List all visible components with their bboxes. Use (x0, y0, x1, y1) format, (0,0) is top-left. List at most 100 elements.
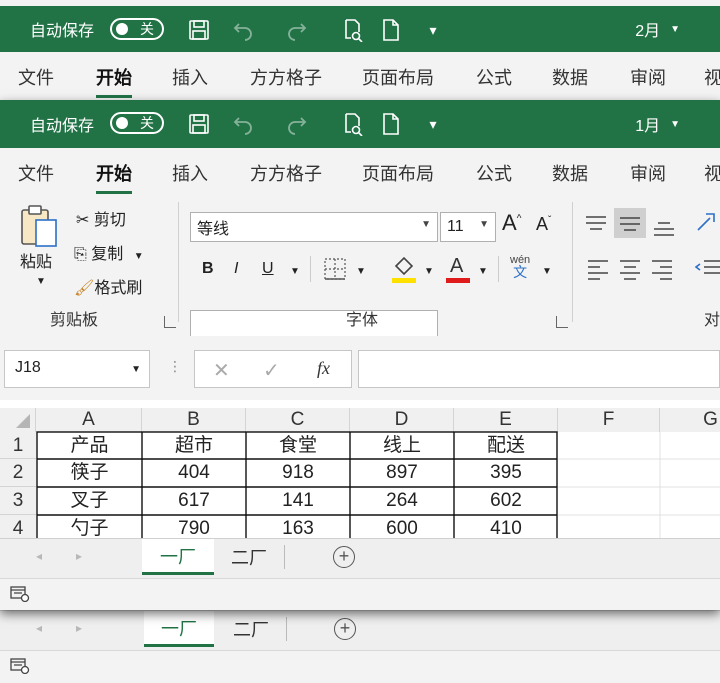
tab-data[interactable]: 数据 (552, 64, 588, 90)
tab-review[interactable]: 审阅 (630, 160, 666, 186)
underline-button[interactable]: U (262, 260, 274, 278)
tab-data[interactable]: 数据 (552, 160, 588, 186)
autosave-toggle[interactable]: 关 (110, 18, 164, 40)
cell-a2[interactable]: 筷子 (37, 459, 142, 487)
borders-dropdown-icon[interactable]: ▼ (356, 266, 366, 277)
undo-icon[interactable] (230, 17, 256, 43)
bold-button[interactable]: B (202, 260, 214, 278)
new-file-icon[interactable] (378, 111, 404, 137)
cell-d1[interactable]: 线上 (350, 432, 454, 459)
tab-home[interactable]: 开始 (96, 64, 132, 98)
cell-a3[interactable]: 叉子 (37, 487, 142, 515)
save-icon[interactable] (186, 111, 212, 137)
shrink-font-button[interactable]: Aˇ (536, 214, 551, 235)
cancel-icon[interactable]: ✕ (213, 358, 230, 383)
tab-insert[interactable]: 插入 (172, 160, 208, 186)
cell-d4[interactable]: 600 (350, 515, 454, 540)
clipboard-launcher-icon[interactable] (164, 316, 176, 328)
cell-b1[interactable]: 超市 (142, 432, 246, 459)
customize-toolbar-icon[interactable]: ▾ (420, 17, 446, 43)
copy-button[interactable]: ⎘ 复制 ▼ (74, 240, 144, 264)
tab-view[interactable]: 视 (704, 160, 720, 186)
font-size-combo[interactable]: 11 ▼ (440, 212, 496, 242)
macro-record-icon[interactable] (10, 586, 30, 602)
formula-input[interactable] (358, 350, 720, 388)
align-left-button[interactable] (586, 258, 610, 285)
name-box[interactable]: J18 ▼ (4, 350, 150, 388)
tab-home[interactable]: 开始 (96, 160, 132, 194)
font-launcher-icon[interactable] (556, 316, 568, 328)
insert-function-icon[interactable]: fx (317, 358, 330, 379)
paste-button[interactable]: 粘贴 (18, 204, 62, 271)
next-sheet-icon[interactable]: ▸ (76, 621, 82, 635)
tab-insert[interactable]: 插入 (172, 64, 208, 90)
cell-c2[interactable]: 918 (246, 459, 350, 487)
underline-dropdown-icon[interactable]: ▼ (290, 266, 300, 277)
customize-toolbar-icon[interactable]: ▾ (420, 111, 446, 137)
grow-font-button[interactable]: A^ (502, 210, 521, 236)
paste-dropdown-icon[interactable]: ▼ (36, 276, 46, 287)
tab-page-layout[interactable]: 页面布局 (362, 64, 434, 90)
new-file-icon[interactable] (378, 17, 404, 43)
cell-a1[interactable]: 产品 (37, 432, 142, 459)
decrease-indent-button[interactable] (694, 258, 720, 285)
cell-e1[interactable]: 配送 (454, 432, 558, 459)
font-color-button[interactable]: A (444, 252, 472, 289)
cell-e2[interactable]: 395 (454, 459, 558, 487)
cell-c4[interactable]: 163 (246, 515, 350, 540)
print-preview-icon[interactable] (340, 111, 366, 137)
cell-b4[interactable]: 790 (142, 515, 246, 540)
align-center-button[interactable] (618, 258, 642, 285)
redo-icon[interactable] (284, 111, 310, 137)
font-color-dropdown-icon[interactable]: ▼ (478, 266, 488, 277)
cell-b3[interactable]: 617 (142, 487, 246, 515)
file-name[interactable]: 1月 ▼ (635, 100, 680, 148)
file-name[interactable]: 2月 ▼ (635, 6, 680, 52)
cell-c3[interactable]: 141 (246, 487, 350, 515)
fill-color-button[interactable] (390, 252, 418, 289)
align-right-button[interactable] (650, 258, 674, 285)
add-sheet-icon[interactable]: + (333, 546, 355, 568)
tab-formulas[interactable]: 公式 (476, 160, 512, 186)
orientation-button[interactable] (694, 210, 718, 239)
cell-e4[interactable]: 410 (454, 515, 558, 540)
cell-d3[interactable]: 264 (350, 487, 454, 515)
tab-file[interactable]: 文件 (18, 64, 54, 90)
print-preview-icon[interactable] (340, 17, 366, 43)
autosave-toggle[interactable]: 关 (110, 112, 164, 134)
macro-record-icon[interactable] (10, 658, 30, 674)
prev-sheet-icon[interactable]: ◂ (36, 621, 42, 635)
cell-e3[interactable]: 602 (454, 487, 558, 515)
fill-color-dropdown-icon[interactable]: ▼ (424, 266, 434, 277)
cell-a4[interactable]: 勺子 (37, 515, 142, 540)
borders-button[interactable] (322, 256, 348, 287)
tab-page-layout[interactable]: 页面布局 (362, 160, 434, 186)
cell-b2[interactable]: 404 (142, 459, 246, 487)
tab-fangfang[interactable]: 方方格子 (250, 160, 322, 186)
enter-icon[interactable]: ✓ (263, 358, 280, 383)
tab-file[interactable]: 文件 (18, 160, 54, 186)
font-name-combo[interactable]: 等线 ▼ (190, 212, 438, 242)
align-middle-button[interactable] (614, 208, 646, 238)
prev-sheet-icon[interactable]: ◂ (36, 549, 42, 563)
sheet-tab-2[interactable]: 二厂 (218, 539, 280, 575)
phonetic-guide-button[interactable]: wén 文 (510, 254, 530, 280)
worksheet-grid[interactable]: A B C D E F G 1 2 3 4 产品 超市 食堂 线上 配送 筷子 … (0, 400, 720, 540)
cut-button[interactable]: ✂ 剪切 (76, 206, 126, 230)
sheet-tab-1[interactable]: 一厂 (144, 611, 214, 647)
tab-fangfang[interactable]: 方方格子 (250, 64, 322, 90)
tab-formulas[interactable]: 公式 (476, 64, 512, 90)
phonetic-dropdown-icon[interactable]: ▼ (542, 266, 552, 277)
italic-button[interactable]: I (234, 260, 238, 278)
add-sheet-icon[interactable]: + (334, 618, 356, 640)
save-icon[interactable] (186, 17, 212, 43)
tab-review[interactable]: 审阅 (630, 64, 666, 90)
next-sheet-icon[interactable]: ▸ (76, 549, 82, 563)
align-top-button[interactable] (584, 214, 608, 239)
align-bottom-button[interactable] (652, 218, 676, 243)
redo-icon[interactable] (284, 17, 310, 43)
sheet-tab-1[interactable]: 一厂 (142, 539, 214, 575)
undo-icon[interactable] (230, 111, 256, 137)
cell-d2[interactable]: 897 (350, 459, 454, 487)
cell-c1[interactable]: 食堂 (246, 432, 350, 459)
